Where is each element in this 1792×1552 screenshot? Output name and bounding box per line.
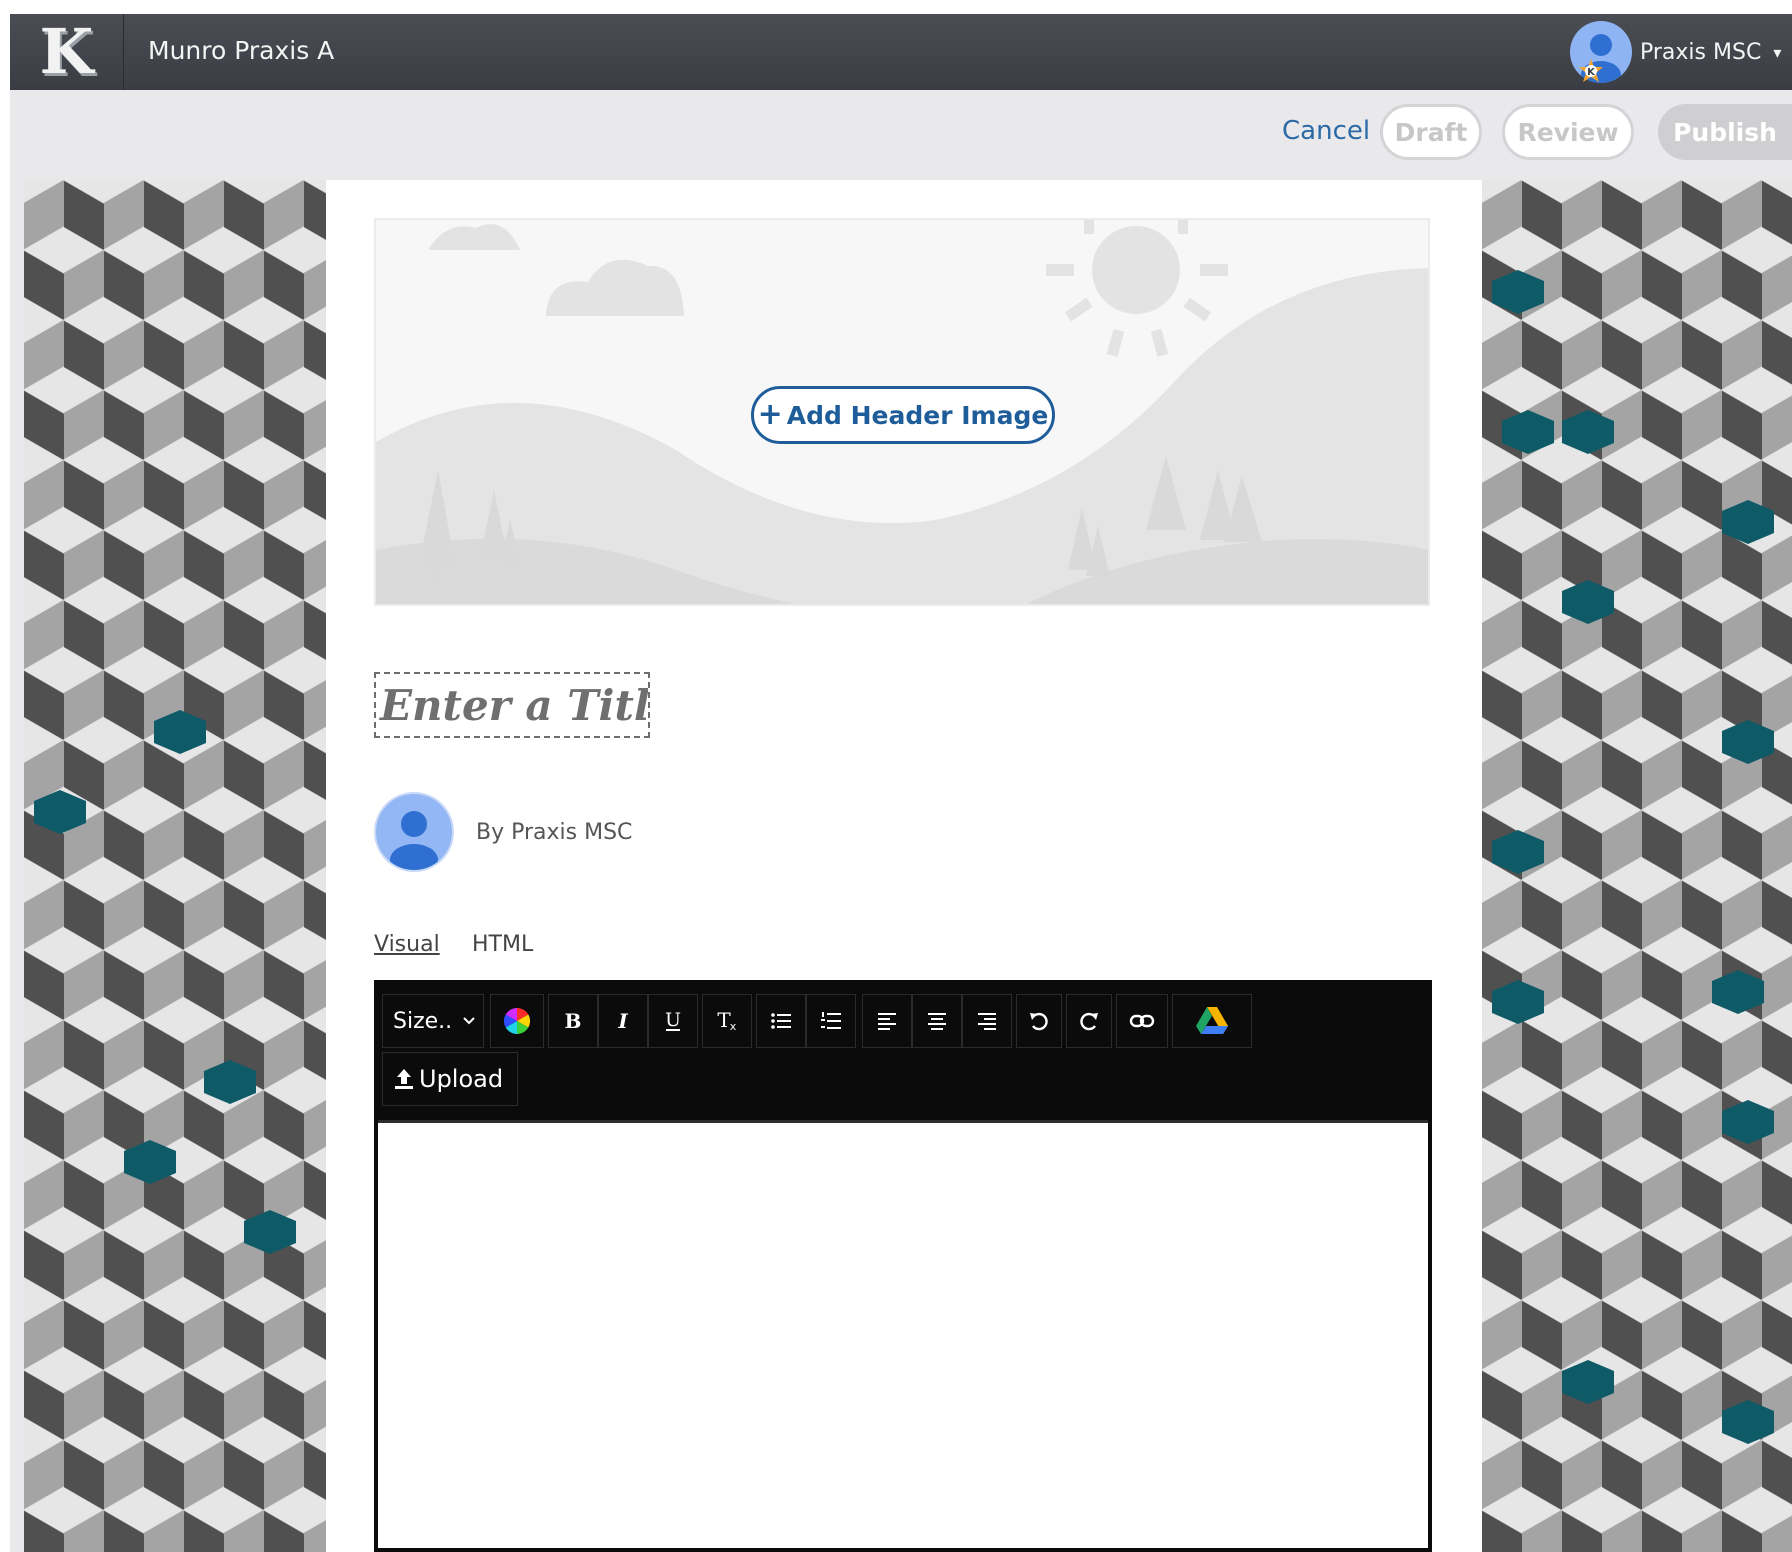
link-icon (1129, 1014, 1155, 1028)
align-left-button[interactable] (862, 994, 912, 1048)
undo-icon (1030, 1012, 1048, 1031)
color-wheel-icon (504, 1008, 530, 1034)
draft-button[interactable]: Draft (1380, 104, 1482, 160)
pattern-accent (1722, 720, 1774, 764)
font-size-select[interactable]: Size.. (382, 994, 484, 1048)
editor-toolbar: Size.. B I U T x Upload (378, 984, 1428, 1123)
author-avatar (374, 792, 454, 872)
numbered-list-icon (821, 1012, 841, 1029)
chevron-down-icon[interactable]: ▾ (1773, 43, 1781, 62)
text-color-button[interactable] (490, 994, 544, 1048)
pattern-accent (204, 1060, 256, 1104)
align-right-icon (978, 1013, 996, 1030)
pattern-accent (34, 790, 86, 834)
align-right-button[interactable] (962, 994, 1012, 1048)
publish-button[interactable]: Publish (1658, 104, 1792, 160)
site-logo[interactable]: K (10, 14, 124, 90)
pattern-accent (154, 710, 206, 754)
user-name[interactable]: Praxis MSC (1640, 40, 1761, 65)
underline-button[interactable]: U (648, 994, 698, 1048)
align-left-icon (878, 1013, 896, 1030)
karma-badge-icon: K (1576, 58, 1606, 88)
tab-visual[interactable]: Visual (374, 932, 440, 957)
font-size-label: Size.. (393, 1008, 453, 1034)
svg-text:x: x (730, 1020, 737, 1033)
numbered-list-button[interactable] (806, 994, 856, 1048)
logo-letter: K (39, 15, 94, 88)
pattern-accent (1492, 270, 1544, 314)
left-background-pattern (24, 180, 326, 1552)
clear-format-icon: T x (717, 1009, 737, 1033)
svg-text:I: I (617, 1010, 628, 1032)
svg-text:B: B (565, 1010, 582, 1032)
tab-html[interactable]: HTML (472, 932, 533, 957)
pattern-accent (1502, 410, 1554, 454)
pattern-accent (1722, 1100, 1774, 1144)
google-drive-icon (1196, 1007, 1228, 1034)
pattern-accent (1562, 580, 1614, 624)
pattern-accent (1562, 1360, 1614, 1404)
chevron-down-icon (463, 1017, 475, 1025)
add-header-image-button[interactable]: + Add Header Image (751, 386, 1055, 444)
pattern-accent (1562, 410, 1614, 454)
review-button[interactable]: Review (1502, 104, 1634, 160)
pattern-accent (1492, 980, 1544, 1024)
site-name[interactable]: Munro Praxis A (148, 36, 334, 65)
align-center-icon (928, 1013, 946, 1030)
svg-text:U: U (665, 1009, 681, 1031)
upload-icon (395, 1069, 413, 1089)
upload-button[interactable]: Upload (382, 1052, 518, 1106)
cancel-link[interactable]: Cancel (1282, 116, 1370, 146)
pattern-accent (1722, 500, 1774, 544)
pattern-accent (1722, 1400, 1774, 1444)
top-navigation-bar: K Munro Praxis A Praxis MSC ▾ K (10, 14, 1792, 90)
pattern-accent (244, 1210, 296, 1254)
pattern-accent (1712, 970, 1764, 1014)
plus-icon: + (757, 397, 783, 432)
action-bar: Cancel Draft Review Publish (10, 90, 1792, 180)
bold-icon: B (565, 1010, 582, 1032)
clear-format-button[interactable]: T x (702, 994, 752, 1048)
page-frame: K Munro Praxis A Praxis MSC ▾ K Cancel D… (10, 14, 1792, 1552)
redo-button[interactable] (1066, 994, 1112, 1048)
add-header-image-label: Add Header Image (786, 400, 1049, 430)
redo-icon (1080, 1012, 1098, 1031)
upload-label: Upload (419, 1065, 504, 1093)
rich-text-editor: Size.. B I U T x Upload (374, 980, 1432, 1552)
bullet-list-icon (771, 1013, 791, 1029)
insert-link-button[interactable] (1116, 994, 1168, 1048)
italic-button[interactable]: I (598, 994, 648, 1048)
title-input[interactable]: Enter a Title... (374, 672, 650, 738)
pattern-accent (124, 1140, 176, 1184)
bullet-list-button[interactable] (756, 994, 806, 1048)
pattern-accent (1492, 830, 1544, 874)
svg-text:K: K (1587, 67, 1596, 78)
header-image-placeholder[interactable]: + Add Header Image (374, 218, 1430, 606)
editor-content-area[interactable] (378, 1123, 1428, 1548)
undo-button[interactable] (1016, 994, 1062, 1048)
right-background-pattern (1482, 180, 1792, 1552)
author-byline: By Praxis MSC (476, 820, 633, 845)
google-drive-button[interactable] (1172, 994, 1252, 1048)
italic-icon: I (617, 1010, 628, 1032)
align-center-button[interactable] (912, 994, 962, 1048)
bold-button[interactable]: B (548, 994, 598, 1048)
post-editor-column: + Add Header Image Enter a Title... By P… (326, 180, 1482, 1552)
underline-icon: U (665, 1009, 681, 1031)
